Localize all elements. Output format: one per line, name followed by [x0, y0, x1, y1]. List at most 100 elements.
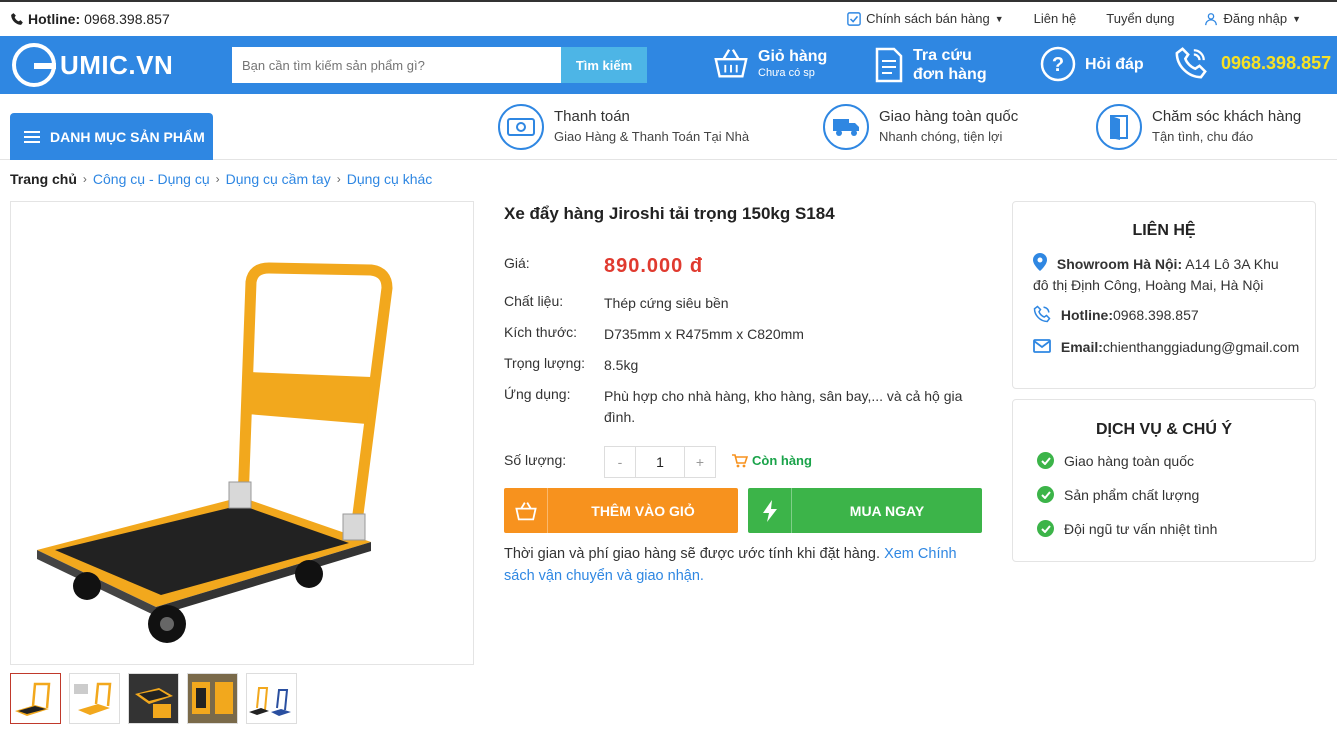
thumbnail[interactable]: [187, 673, 238, 724]
policy-label: Chính sách bán hàng: [866, 11, 990, 26]
chevron-right-icon: ›: [215, 172, 220, 186]
breadcrumb: Trang chủ › Công cụ - Dụng cụ › Dụng cụ …: [10, 171, 432, 187]
top-nav: Chính sách bán hàng ▼ Liên hệ Tuyển dụng…: [847, 11, 1301, 26]
login-label: Đăng nhập: [1223, 11, 1288, 26]
shipping-note-text: Thời gian và phí giao hàng sẽ được ước t…: [504, 546, 881, 562]
contact-box: LIÊN HỆ Showroom Hà Nội: A14 Lô 3A Khu đ…: [1012, 201, 1316, 389]
thumbnail[interactable]: [246, 673, 297, 724]
buy-now-label: MUA NGAY: [849, 502, 925, 519]
stock-status: Còn hàng: [732, 453, 812, 468]
thumbnail[interactable]: [10, 673, 61, 724]
thumbnail-strip: [10, 673, 297, 724]
quantity-increase-button[interactable]: +: [685, 447, 715, 477]
spec-label: Trọng lượng:: [504, 355, 586, 371]
question-icon: ?: [1040, 46, 1076, 82]
service-item-label: Giao hàng toàn quốc: [1064, 452, 1194, 469]
header-phone[interactable]: 0968.398.857: [1174, 46, 1331, 80]
email-value: chienthanggiadung@gmail.com: [1102, 339, 1300, 355]
quantity-decrease-button[interactable]: -: [605, 447, 635, 477]
quantity-input[interactable]: 1: [635, 447, 685, 477]
header-phone-number: 0968.398.857: [1221, 52, 1332, 73]
feature-payment: Thanh toán Giao Hàng & Thanh Toán Tại Nh…: [498, 104, 749, 150]
hotline-value: 0968.398.857: [1113, 307, 1199, 323]
site-logo[interactable]: UMIC.VN: [12, 42, 173, 88]
order-lookup-link[interactable]: Tra cứu đơn hàng: [874, 46, 987, 84]
thumbnail[interactable]: [69, 673, 120, 724]
breadcrumb-item[interactable]: Dụng cụ khác: [347, 171, 433, 187]
price-label: Giá:: [504, 255, 530, 271]
breadcrumb-item[interactable]: Dụng cụ cầm tay: [226, 171, 331, 187]
add-to-cart-button[interactable]: THÊM VÀO GIỎ: [504, 488, 738, 533]
basket-icon: [714, 49, 748, 78]
order-line2: đơn hàng: [913, 66, 987, 83]
service-item-label: Sản phẩm chất lượng: [1064, 486, 1200, 503]
quantity-row: Số lượng:: [504, 452, 604, 468]
search-bar: Tìm kiếm: [232, 47, 647, 83]
quantity-stepper: - 1 +: [604, 446, 716, 478]
feature-subtitle: Giao Hàng & Thanh Toán Tại Nhà: [554, 129, 750, 144]
feature-subtitle: Nhanh chóng, tiện lợi: [879, 129, 1003, 144]
breadcrumb-item[interactable]: Công cụ - Dụng cụ: [93, 171, 210, 187]
feature-title: Chăm sóc khách hàng: [1152, 108, 1302, 125]
stock-label: Còn hàng: [752, 453, 812, 468]
logo-text: UMIC.VN: [60, 49, 174, 80]
contact-title: LIÊN HỆ: [1132, 222, 1196, 239]
cart-link[interactable]: Giỏ hàng Chưa có sp: [712, 44, 827, 82]
contact-email[interactable]: Email:chienthanggiadung@gmail.com: [1033, 337, 1299, 358]
recruit-link[interactable]: Tuyển dụng: [1106, 11, 1174, 26]
cart-title: Giỏ hàng: [758, 47, 828, 65]
showroom-address-line1: A14 Lô 3A Khu: [1185, 256, 1279, 272]
check-icon: [1037, 486, 1054, 503]
spec-value: D735mm x R475mm x C820mm: [604, 326, 804, 342]
document-icon: [875, 47, 903, 83]
chevron-right-icon: ›: [82, 172, 87, 186]
spec-label: Ứng dụng:: [504, 386, 571, 402]
policy-menu[interactable]: Chính sách bán hàng ▼: [847, 11, 1004, 26]
spec-value: 8.5kg: [604, 357, 639, 373]
thumbnail[interactable]: [128, 673, 179, 724]
service-title: DỊCH VỤ & CHÚ Ý: [1095, 421, 1232, 438]
spec-row: Kích thước: D735mm x R475mm x C820mm: [504, 324, 974, 345]
spec-row: Chất liệu: Thép cứng siêu bền: [504, 293, 974, 314]
basket-icon: [504, 488, 548, 533]
chevron-down-icon: ▼: [1292, 13, 1301, 24]
contact-link[interactable]: Liên hệ: [1034, 11, 1077, 26]
top-bar: Hotline: 0968.398.857 Chính sách bán hàng…: [0, 0, 1337, 36]
spec-row: Ứng dụng: Phù hợp cho nhà hàng, kho hàng…: [504, 386, 974, 428]
spec-label: Kích thước:: [504, 324, 578, 340]
hotline-number: 0968.398.857: [84, 11, 170, 27]
spec-label: Chất liệu:: [504, 293, 564, 309]
buy-now-button[interactable]: MUA NGAY: [748, 488, 982, 533]
product-title: Xe đẩy hàng Jiroshi tải trọng 150kg S184: [504, 204, 835, 223]
search-button[interactable]: Tìm kiếm: [561, 47, 647, 83]
product-main-image[interactable]: [10, 201, 474, 665]
category-menu-button[interactable]: DANH MỤC SẢN PHẨM: [10, 113, 213, 160]
breadcrumb-home[interactable]: Trang chủ: [10, 171, 77, 187]
spec-row: Trọng lượng: 8.5kg: [504, 355, 974, 376]
spec-value: Thép cứng siêu bền: [604, 295, 729, 311]
service-item-label: Đội ngũ tư vấn nhiệt tình: [1064, 520, 1218, 537]
feature-title: Thanh toán: [554, 108, 630, 125]
hotline-label: Hotline:: [28, 11, 81, 27]
cart-icon: [732, 453, 748, 467]
top-hotline[interactable]: Hotline: 0968.398.857: [10, 11, 170, 27]
feature-title: Giao hàng toàn quốc: [879, 108, 1019, 125]
chevron-down-icon: ▼: [994, 13, 1004, 24]
service-item: Giao hàng toàn quốc: [1037, 452, 1194, 469]
svg-text:?: ?: [1052, 54, 1064, 76]
logo-mark: [12, 43, 56, 87]
add-to-cart-label: THÊM VÀO GIỎ: [591, 502, 695, 519]
email-label: Email:: [1060, 339, 1103, 355]
phone-icon: [11, 13, 23, 25]
search-input[interactable]: [232, 47, 560, 83]
order-line1: Tra cứu: [913, 47, 972, 64]
chevron-right-icon: ›: [336, 172, 341, 186]
faq-link[interactable]: ? Hỏi đáp: [1040, 46, 1144, 82]
login-menu[interactable]: Đăng nhập ▼: [1204, 11, 1301, 26]
feature-subtitle: Tận tình, chu đáo: [1152, 129, 1254, 144]
showroom-info: Showroom Hà Nội: A14 Lô 3A Khu đô thị Đị…: [1033, 253, 1279, 296]
contact-hotline[interactable]: Hotline:0968.398.857: [1033, 305, 1199, 326]
hand-truck-image: [37, 262, 393, 643]
showroom-label: Showroom Hà Nội:: [1056, 256, 1183, 272]
checkbox-icon: [847, 11, 861, 26]
